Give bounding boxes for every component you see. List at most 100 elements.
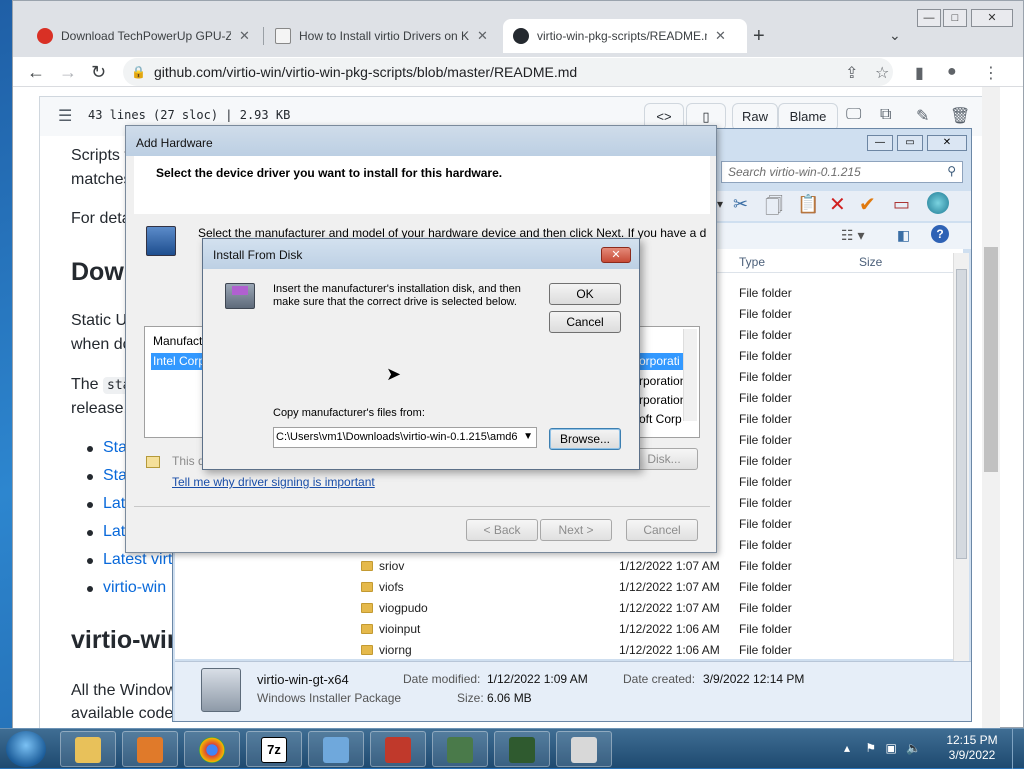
side-panel-icon[interactable]: ▮ xyxy=(915,63,924,83)
explorer-close-button[interactable]: ✕ xyxy=(927,135,967,151)
model-selected-item[interactable]: orporati xyxy=(639,353,683,370)
clock[interactable]: 12:15 PM 3/9/2022 xyxy=(944,733,1000,763)
tab-virtio-guide[interactable]: How to Install virtio Drivers on K ✕ xyxy=(265,19,498,53)
dropdown-arrow-icon[interactable]: ▼ xyxy=(523,431,533,442)
list-item[interactable]: viofs 1/12/2022 1:07 AM File folder xyxy=(175,577,955,598)
show-desktop-button[interactable] xyxy=(1012,729,1024,769)
bullet xyxy=(87,446,93,452)
column-type[interactable]: Type xyxy=(739,255,765,269)
minimize-button[interactable]: — xyxy=(917,9,941,27)
blame-button[interactable]: Blame xyxy=(778,103,838,131)
rename-icon[interactable]: ▭ xyxy=(893,194,910,215)
close-tab-icon[interactable]: ✕ xyxy=(715,28,726,44)
help-icon[interactable]: ? xyxy=(931,225,949,243)
list-item[interactable]: viogpudo 1/12/2022 1:07 AM File folder xyxy=(175,598,955,619)
checkmark-icon[interactable]: ✔ xyxy=(859,192,876,217)
profile-avatar-icon[interactable]: ● xyxy=(947,63,957,81)
globe-icon[interactable] xyxy=(927,192,949,214)
taskbar-device-manager[interactable] xyxy=(432,731,488,767)
mouse-cursor-icon: ➤ xyxy=(386,364,402,384)
file-date: 1/12/2022 1:06 AM xyxy=(619,643,720,657)
download-link[interactable]: Lat xyxy=(103,523,125,541)
show-hidden-icons-icon[interactable]: ▴ xyxy=(844,741,850,755)
new-tab-button[interactable]: + xyxy=(753,25,765,48)
tab-search-chevron-icon[interactable]: ⌄ xyxy=(889,27,901,44)
browse-button[interactable]: Browse... xyxy=(549,428,621,450)
next-button[interactable]: Next > xyxy=(540,519,612,541)
close-tab-icon[interactable]: ✕ xyxy=(239,28,250,44)
model-name[interactable]: oft Corp xyxy=(639,412,682,426)
copy-icon[interactable]: ⧉ xyxy=(880,106,891,124)
list-item[interactable]: vioinput 1/12/2022 1:06 AM File folder xyxy=(175,619,955,640)
list-item[interactable]: viorng 1/12/2022 1:06 AM File folder xyxy=(175,640,955,659)
file-list-scrollbar[interactable] xyxy=(953,253,969,663)
taskbar-hardware[interactable] xyxy=(494,731,550,767)
taskbar-add-hardware[interactable] xyxy=(556,731,612,767)
file-type: File folder xyxy=(739,580,792,594)
address-bar[interactable]: 🔒 github.com/virtio-win/virtio-win-pkg-s… xyxy=(123,58,893,86)
taskbar-explorer[interactable] xyxy=(60,731,116,767)
share-icon[interactable]: ⇪ xyxy=(845,63,858,83)
cancel-button[interactable]: Cancel xyxy=(549,311,621,333)
file-type: File folder xyxy=(739,475,792,489)
file-list-scrollbar-thumb[interactable] xyxy=(956,269,967,559)
page-scrollbar-thumb[interactable] xyxy=(984,247,998,472)
have-disk-button[interactable]: Disk... xyxy=(630,448,698,470)
download-link[interactable]: virtio-win xyxy=(103,579,166,597)
close-tab-icon[interactable]: ✕ xyxy=(477,28,488,44)
model-name[interactable]: rporation xyxy=(639,374,686,388)
taskbar-7zip[interactable]: 7z xyxy=(246,731,302,767)
cut-scissors-icon[interactable]: ✂ xyxy=(733,194,748,215)
view-options-icon[interactable]: ☷ ▾ xyxy=(841,227,864,244)
column-size[interactable]: Size xyxy=(859,255,882,269)
raw-button[interactable]: Raw xyxy=(732,103,778,131)
explorer-search-input[interactable]: Search virtio-win-0.1.215 ⚲ xyxy=(721,161,963,183)
dropdown-arrow-icon[interactable]: ▾ xyxy=(717,197,723,211)
outline-list-icon[interactable]: ☰ xyxy=(58,106,72,126)
volume-icon[interactable]: 🔈 xyxy=(906,741,921,755)
reload-icon[interactable]: ↻ xyxy=(91,62,106,83)
maximize-button[interactable]: □ xyxy=(943,9,967,27)
model-name[interactable]: rporation xyxy=(639,393,686,407)
back-arrow-icon[interactable]: ← xyxy=(27,62,45,83)
download-link[interactable]: Latest virt xyxy=(103,551,172,569)
download-link[interactable]: Lat xyxy=(103,495,125,513)
bookmark-star-icon[interactable]: ☆ xyxy=(875,63,889,83)
wizard-cancel-button[interactable]: Cancel xyxy=(626,519,698,541)
list-item[interactable]: sriov 1/12/2022 1:07 AM File folder xyxy=(175,556,955,577)
tab-readme[interactable]: virtio-win-pkg-scripts/README.m ✕ xyxy=(503,19,747,53)
driver-signing-link[interactable]: Tell me why driver signing is important xyxy=(172,475,375,489)
search-icon[interactable]: ⚲ xyxy=(947,164,956,178)
taskbar-control-panel[interactable] xyxy=(308,731,364,767)
model-list-scrollbar[interactable] xyxy=(683,329,697,421)
explorer-minimize-button[interactable]: — xyxy=(867,135,893,151)
start-button[interactable] xyxy=(6,731,46,767)
ok-button[interactable]: OK xyxy=(549,283,621,305)
taskbar-media-player[interactable] xyxy=(122,731,178,767)
taskbar-toolbox[interactable] xyxy=(370,731,426,767)
trash-icon[interactable]: 🗑 xyxy=(950,106,970,126)
source-path-combobox[interactable]: C:\Users\vm1\Downloads\virtio-win-0.1.21… xyxy=(273,427,537,448)
action-center-flag-icon[interactable]: ⚑ xyxy=(865,741,876,755)
close-icon[interactable]: ✕ xyxy=(601,247,631,263)
download-link[interactable]: Sta xyxy=(103,439,127,457)
back-button[interactable]: < Back xyxy=(466,519,538,541)
explorer-view-bar: ☷ ▾ ◧ ? xyxy=(713,223,971,249)
copy-icon[interactable]: 🗍 xyxy=(765,194,783,224)
close-window-button[interactable]: ✕ xyxy=(971,9,1013,27)
manufacturer-selected-item[interactable]: Intel Corp xyxy=(151,353,207,370)
paste-clipboard-icon[interactable]: 📋 xyxy=(797,194,819,215)
tab-gpuz[interactable]: Download TechPowerUp GPU-Z ✕ xyxy=(27,19,260,53)
network-icon[interactable]: ▣ xyxy=(885,741,896,755)
file-info: 43 lines (27 sloc) | 2.93 KB xyxy=(88,108,291,122)
taskbar-chrome[interactable] xyxy=(184,731,240,767)
download-link[interactable]: Sta xyxy=(103,467,127,485)
folder-icon xyxy=(361,645,373,655)
menu-kebab-icon[interactable]: ⋮ xyxy=(983,63,999,83)
edit-pencil-icon[interactable]: ✎ xyxy=(916,106,929,126)
delete-x-icon[interactable]: ✕ xyxy=(829,192,846,217)
forward-arrow-icon[interactable]: → xyxy=(59,62,77,83)
explorer-maximize-button[interactable]: ▭ xyxy=(897,135,923,151)
desktop-icon[interactable]: 🖵 xyxy=(846,106,861,124)
preview-pane-icon[interactable]: ◧ xyxy=(897,227,910,244)
